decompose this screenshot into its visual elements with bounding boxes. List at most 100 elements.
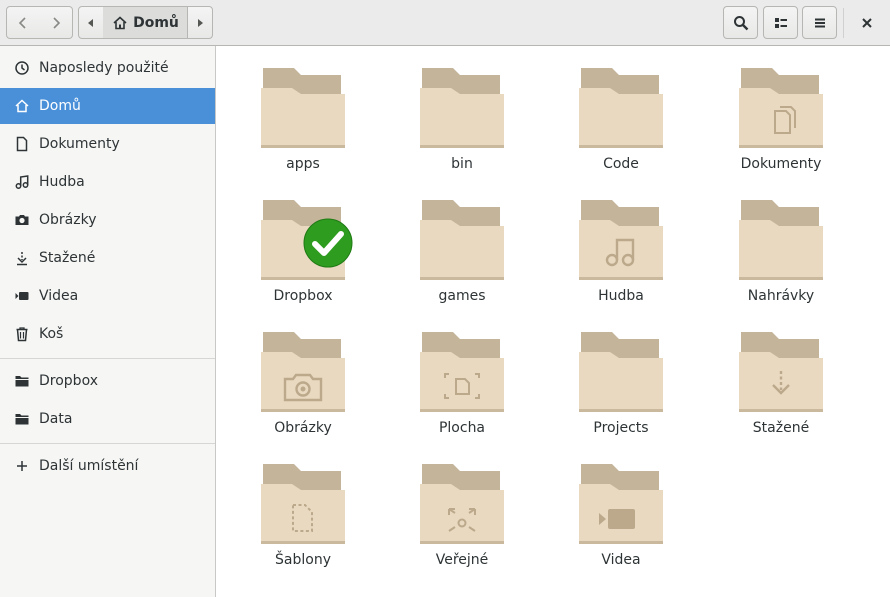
path-home-label: Domů: [133, 14, 179, 31]
download-icon: [13, 249, 31, 267]
forward-button[interactable]: [39, 6, 73, 39]
folder-label: Dokumenty: [740, 156, 822, 172]
back-button[interactable]: [6, 6, 40, 39]
folder-label: Obrázky: [274, 420, 332, 436]
folder-icon: [420, 464, 504, 544]
folder-label: Nahrávky: [747, 288, 815, 304]
menu-button[interactable]: [802, 6, 837, 39]
music-icon: [13, 173, 31, 191]
folder-icon: [579, 464, 663, 544]
folder-label: Stažené: [752, 420, 810, 436]
sidebar-item-label: Videa: [39, 288, 79, 304]
folder-label: Code: [603, 156, 639, 172]
folder-icon: [261, 68, 345, 148]
plus-icon: [13, 457, 31, 475]
clock-icon: [13, 59, 31, 77]
sidebar: Naposledy použité Domů Dokumenty Hudba O…: [0, 46, 216, 597]
close-window-button[interactable]: [851, 6, 883, 39]
folder-label: Veřejné: [435, 552, 489, 568]
folder-grid: apps bin Code Dokumenty Dropbox games Hudba Nah…: [216, 46, 890, 597]
folder-icon: [739, 68, 823, 148]
folder-icon: [420, 332, 504, 412]
folder-icon: [13, 372, 31, 390]
triangle-left-icon: [88, 18, 93, 27]
folder-label: Plocha: [438, 420, 486, 436]
folder-icon: [420, 68, 504, 148]
folder-item[interactable]: Šablony: [238, 442, 368, 570]
sidebar-item-other-locations[interactable]: Další umístění: [0, 448, 215, 484]
sidebar-item-label: Další umístění: [39, 458, 139, 474]
folder-item[interactable]: games: [397, 178, 527, 306]
sidebar-item-label: Dropbox: [39, 373, 98, 389]
folder-item[interactable]: Obrázky: [238, 310, 368, 438]
folder-item[interactable]: Nahrávky: [716, 178, 846, 306]
folder-icon: [13, 410, 31, 428]
folder-label: Šablony: [275, 552, 331, 568]
sidebar-item-label: Domů: [39, 98, 81, 114]
folder-label: Hudba: [598, 288, 644, 304]
folder-label: apps: [286, 156, 320, 172]
sidebar-separator: [0, 443, 215, 444]
path-scroll-right-button[interactable]: [187, 6, 213, 39]
list-view-icon: [774, 17, 787, 28]
folder-label: Dropbox: [273, 288, 333, 304]
folder-item[interactable]: Code: [556, 46, 686, 174]
folder-label: Projects: [593, 420, 649, 436]
folder-item[interactable]: apps: [238, 46, 368, 174]
hamburger-icon: [814, 18, 825, 27]
sidebar-item-documents[interactable]: Dokumenty: [0, 126, 215, 162]
sidebar-item-recent[interactable]: Naposledy použité: [0, 50, 215, 86]
folder-item[interactable]: Veřejné: [397, 442, 527, 570]
folder-item[interactable]: Projects: [556, 310, 686, 438]
sidebar-item-label: Naposledy použité: [39, 60, 169, 76]
header-separator: [843, 8, 844, 38]
folder-item[interactable]: Plocha: [397, 310, 527, 438]
folder-label: bin: [451, 156, 473, 172]
chevron-right-icon: [52, 16, 60, 29]
sidebar-item-dropbox[interactable]: Dropbox: [0, 363, 215, 399]
folder-icon: [579, 332, 663, 412]
folder-icon: [579, 200, 663, 280]
chevron-left-icon: [18, 16, 26, 29]
sync-check-icon: [303, 218, 353, 272]
sidebar-item-downloads[interactable]: Stažené: [0, 240, 215, 276]
sidebar-separator: [0, 358, 215, 359]
folder-icon: [261, 332, 345, 412]
sidebar-item-data[interactable]: Data: [0, 401, 215, 437]
folder-item[interactable]: Hudba: [556, 178, 686, 306]
folder-icon: [420, 200, 504, 280]
folder-item[interactable]: Stažené: [716, 310, 846, 438]
path-home-button[interactable]: Domů: [103, 6, 188, 39]
folder-item[interactable]: bin: [397, 46, 527, 174]
trash-icon: [13, 325, 31, 343]
search-icon: [733, 15, 748, 30]
header-bar: Domů: [0, 0, 890, 46]
sidebar-item-label: Dokumenty: [39, 136, 120, 152]
folder-icon: [739, 200, 823, 280]
view-mode-button[interactable]: [763, 6, 798, 39]
search-button[interactable]: [723, 6, 758, 39]
sidebar-item-label: Obrázky: [39, 212, 97, 228]
close-icon: [862, 17, 872, 28]
path-scroll-left-button[interactable]: [78, 6, 104, 39]
folder-icon: [261, 464, 345, 544]
sidebar-item-home[interactable]: Domů: [0, 88, 215, 124]
sidebar-item-label: Stažené: [39, 250, 96, 266]
sidebar-item-videos[interactable]: Videa: [0, 278, 215, 314]
sidebar-item-trash[interactable]: Koš: [0, 316, 215, 352]
document-icon: [13, 135, 31, 153]
folder-icon: [579, 68, 663, 148]
folder-item[interactable]: Dropbox: [238, 178, 368, 306]
sidebar-item-music[interactable]: Hudba: [0, 164, 215, 200]
folder-item[interactable]: Dokumenty: [716, 46, 846, 174]
home-icon: [113, 15, 127, 29]
folder-label: games: [438, 288, 486, 304]
home-icon: [13, 97, 31, 115]
triangle-right-icon: [198, 18, 203, 27]
video-icon: [13, 287, 31, 305]
sidebar-item-label: Koš: [39, 326, 64, 342]
sidebar-item-label: Hudba: [39, 174, 85, 190]
folder-item[interactable]: Videa: [556, 442, 686, 570]
sidebar-item-label: Data: [39, 411, 73, 427]
sidebar-item-pictures[interactable]: Obrázky: [0, 202, 215, 238]
